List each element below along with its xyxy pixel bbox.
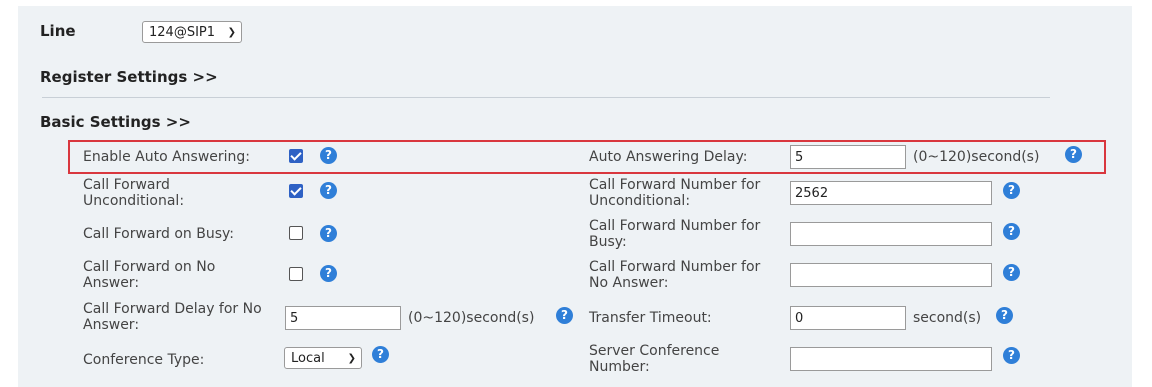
enable-auto-answering-checkbox[interactable] — [289, 149, 303, 163]
register-settings-link[interactable]: Register Settings >> — [40, 68, 218, 86]
help-icon[interactable]: ? — [320, 147, 337, 164]
cf-number-busy-input[interactable] — [790, 222, 992, 246]
basic-settings-link[interactable]: Basic Settings >> — [40, 113, 191, 131]
help-icon[interactable]: ? — [556, 307, 573, 324]
cf-number-busy-label-1: Call Forward Number for — [589, 218, 761, 234]
help-icon[interactable]: ? — [1065, 146, 1082, 163]
conference-type-select[interactable]: Local ❯ — [284, 347, 362, 369]
call-forward-unconditional-label-2: Unconditional: — [83, 193, 185, 209]
call-forward-delay-input[interactable] — [285, 306, 401, 330]
enable-auto-answering-label: Enable Auto Answering: — [83, 149, 251, 165]
transfer-timeout-label: Transfer Timeout: — [589, 310, 712, 326]
help-icon[interactable]: ? — [1003, 347, 1020, 364]
help-icon[interactable]: ? — [1003, 182, 1020, 199]
auto-answering-delay-unit: (0~120)second(s) — [913, 149, 1040, 165]
divider — [42, 97, 1050, 98]
conference-type-value: Local — [291, 350, 325, 366]
line-select-value: 124@SIP1 — [149, 24, 216, 40]
auto-answering-delay-label: Auto Answering Delay: — [589, 149, 748, 165]
transfer-timeout-unit: second(s) — [913, 310, 982, 326]
cf-number-busy-label-2: Busy: — [589, 234, 627, 250]
call-forward-unconditional-checkbox[interactable] — [289, 184, 303, 198]
cf-number-unconditional-input[interactable] — [790, 181, 992, 205]
server-conference-number-input[interactable] — [790, 347, 992, 371]
line-select[interactable]: 124@SIP1 ❯ — [142, 21, 242, 43]
help-icon[interactable]: ? — [320, 225, 337, 242]
call-forward-delay-unit: (0~120)second(s) — [408, 310, 535, 326]
cf-number-no-answer-input[interactable] — [790, 263, 992, 287]
call-forward-unconditional-label-1: Call Forward — [83, 177, 170, 193]
help-icon[interactable]: ? — [996, 307, 1013, 324]
transfer-timeout-input[interactable] — [790, 306, 906, 330]
chevron-down-icon: ❯ — [227, 26, 236, 38]
cf-number-no-answer-label-1: Call Forward Number for — [589, 259, 761, 275]
cf-number-unconditional-label-1: Call Forward Number for — [589, 177, 761, 193]
help-icon[interactable]: ? — [320, 265, 337, 282]
line-label: Line — [40, 22, 76, 40]
conference-type-label: Conference Type: — [83, 352, 205, 368]
auto-answering-delay-input[interactable] — [790, 145, 906, 169]
chevron-down-icon: ❯ — [347, 352, 356, 364]
help-icon[interactable]: ? — [320, 182, 337, 199]
cf-number-unconditional-label-2: Unconditional: — [589, 193, 691, 209]
call-forward-delay-label-2: Answer: — [83, 317, 140, 333]
server-conference-number-label-1: Server Conference — [589, 343, 720, 359]
help-icon[interactable]: ? — [372, 346, 389, 363]
call-forward-no-answer-label-2: Answer: — [83, 275, 140, 291]
call-forward-delay-label-1: Call Forward Delay for No — [83, 301, 262, 317]
call-forward-busy-label: Call Forward on Busy: — [83, 226, 234, 242]
call-forward-busy-checkbox[interactable] — [289, 226, 303, 240]
call-forward-no-answer-checkbox[interactable] — [289, 267, 303, 281]
help-icon[interactable]: ? — [1003, 264, 1020, 281]
help-icon[interactable]: ? — [1003, 223, 1020, 240]
cf-number-no-answer-label-2: No Answer: — [589, 275, 669, 291]
server-conference-number-label-2: Number: — [589, 359, 650, 375]
call-forward-no-answer-label-1: Call Forward on No — [83, 259, 216, 275]
